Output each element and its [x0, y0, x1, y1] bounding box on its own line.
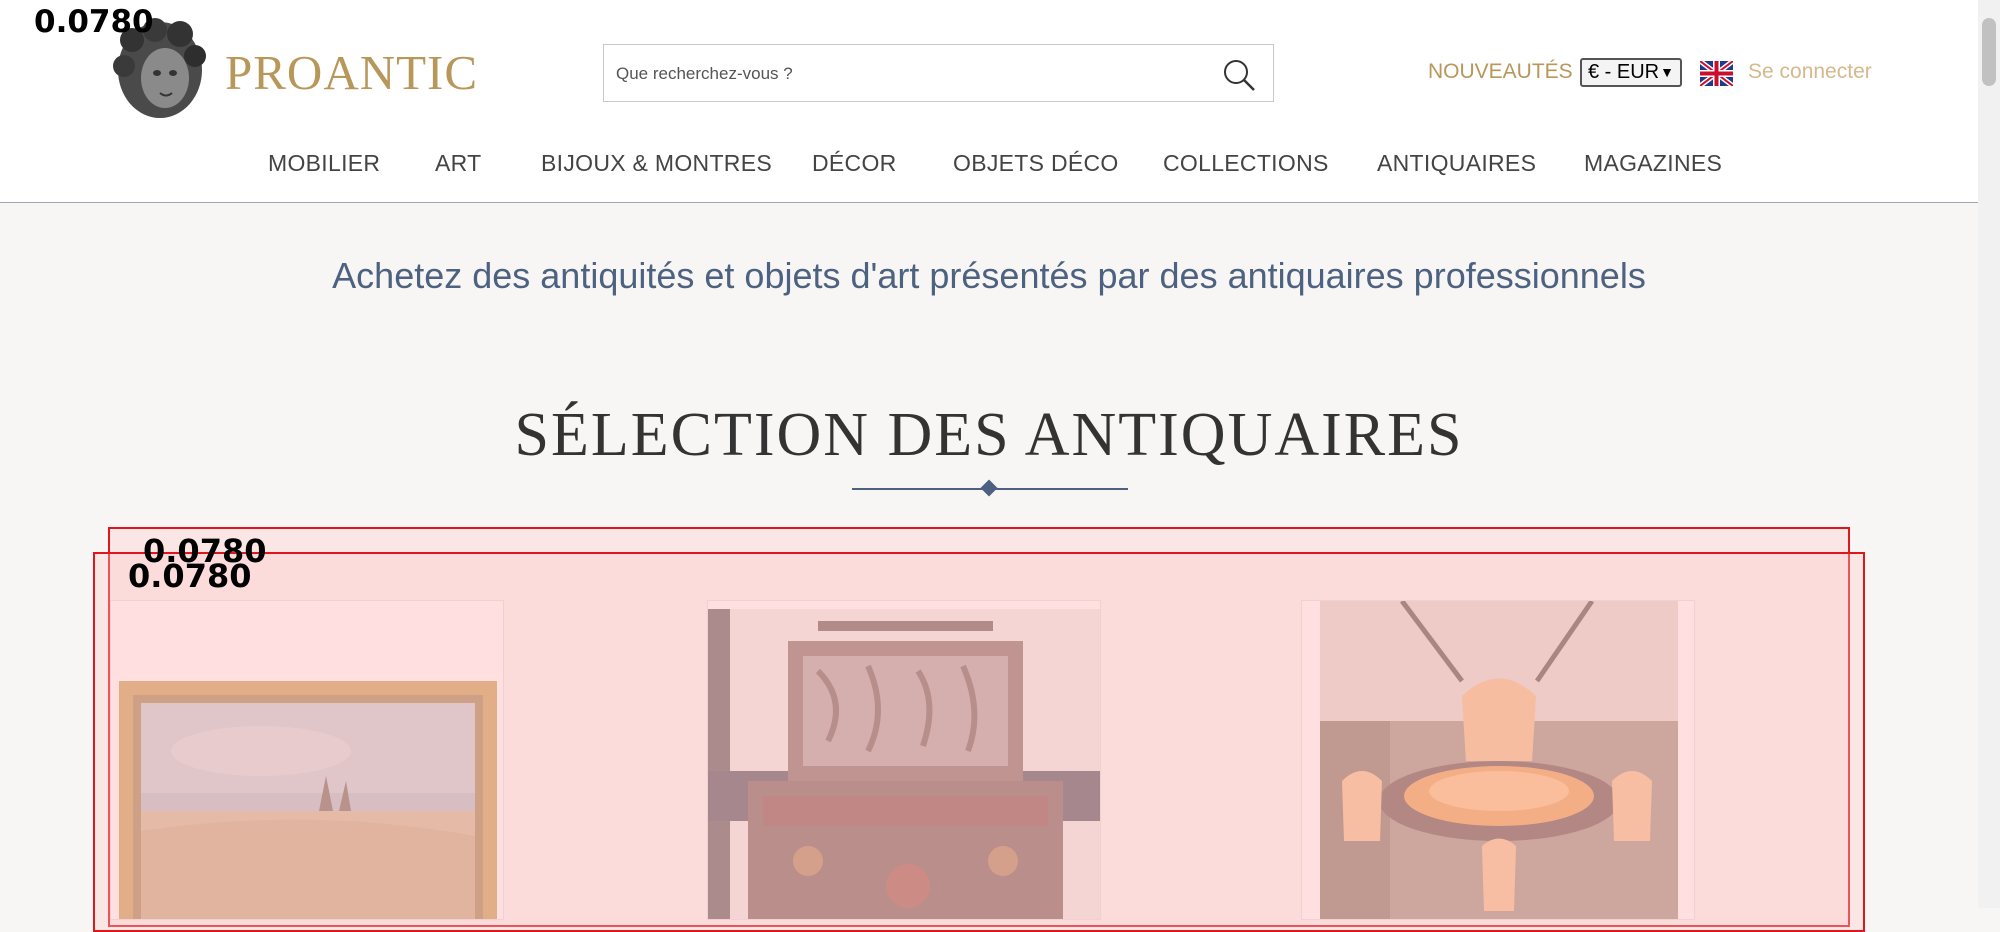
overlay-score-top: 0.0780	[34, 4, 154, 40]
brand-name[interactable]: PROANTIC	[225, 44, 478, 101]
nav-item-magazines[interactable]: MAGAZINES	[1584, 150, 1722, 177]
nav-item-objets-deco[interactable]: OBJETS DÉCO	[953, 150, 1119, 177]
main-nav: MOBILIER ART BIJOUX & MONTRES DÉCOR OBJE…	[0, 150, 1978, 180]
nav-item-mobilier[interactable]: MOBILIER	[268, 150, 380, 177]
search-input[interactable]	[614, 45, 1198, 103]
chevron-down-icon: ▼	[1660, 64, 1674, 80]
uk-flag-icon[interactable]	[1700, 61, 1733, 86]
title-diamond	[980, 479, 998, 497]
detection-box-2	[93, 552, 1865, 932]
tagline: Achetez des antiquités et objets d'art p…	[332, 255, 1646, 296]
scrollbar[interactable]	[1978, 0, 2000, 908]
overlay-score-box2: 0.0780	[128, 557, 252, 595]
nav-item-bijoux[interactable]: BIJOUX & MONTRES	[541, 150, 772, 177]
scrollbar-thumb[interactable]	[1982, 18, 1996, 86]
currency-value: € - EUR	[1588, 61, 1660, 83]
nouveautes-link[interactable]: NOUVEAUTÉS	[1428, 60, 1573, 84]
login-link[interactable]: Se connecter	[1748, 60, 1872, 84]
nav-item-collections[interactable]: COLLECTIONS	[1163, 150, 1329, 177]
nav-item-antiquaires[interactable]: ANTIQUAIRES	[1377, 150, 1536, 177]
currency-select[interactable]: € - EUR ▼	[1580, 58, 1682, 87]
search-icon[interactable]	[1221, 57, 1257, 93]
section-title: SÉLECTION DES ANTIQUAIRES	[514, 401, 1464, 469]
site-header: PROANTIC NOUVEAUTÉS € - EUR ▼ Se connect…	[0, 0, 1978, 203]
nav-item-decor[interactable]: DÉCOR	[812, 150, 897, 177]
search-box	[603, 44, 1274, 103]
nav-item-art[interactable]: ART	[435, 150, 482, 177]
